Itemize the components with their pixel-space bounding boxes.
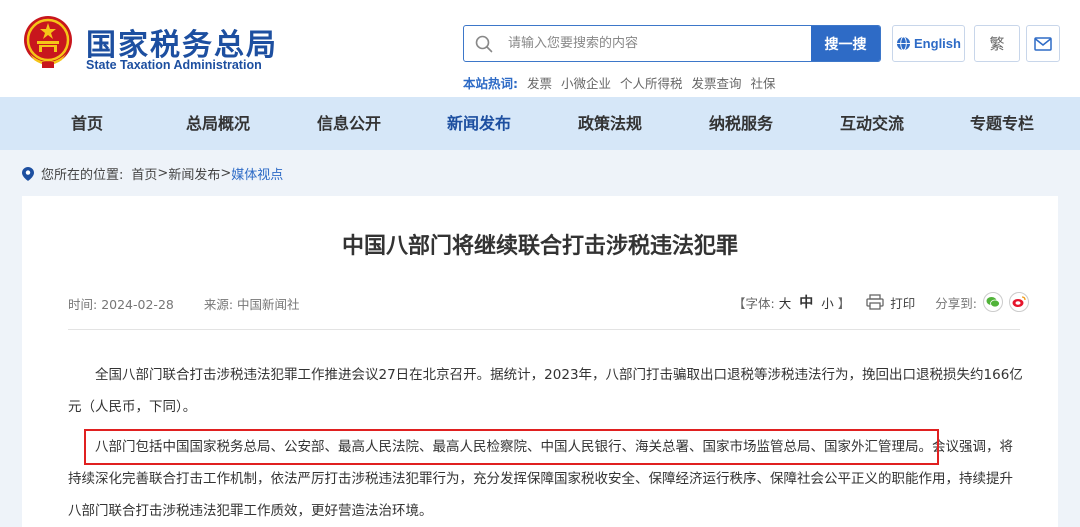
nav-item-special-topics[interactable]: 专题专栏 bbox=[970, 97, 1034, 150]
english-button[interactable]: English bbox=[892, 25, 965, 62]
weibo-share-button[interactable] bbox=[1009, 292, 1029, 312]
site-name-english[interactable]: State Taxation Administration bbox=[86, 58, 262, 72]
nav-item-news[interactable]: 新闻发布 bbox=[447, 97, 511, 150]
hotword-link[interactable]: 发票 bbox=[527, 76, 552, 91]
article-title: 中国八部门将继续联合打击涉税违法犯罪 bbox=[341, 234, 738, 259]
print-label: 打印 bbox=[890, 295, 916, 311]
mail-icon bbox=[1034, 36, 1052, 51]
source-label: 来源: bbox=[203, 297, 234, 312]
share-label: 分享到: bbox=[935, 295, 977, 311]
hotword-link[interactable]: 小微企业 bbox=[561, 76, 611, 91]
breadcrumb-prefix: 您所在的位置: bbox=[41, 168, 124, 183]
english-label: English bbox=[914, 36, 961, 51]
breadcrumb: 您所在的位置: 首页 > 新闻发布 > 媒体视点 bbox=[22, 164, 283, 183]
search-input[interactable] bbox=[508, 26, 808, 61]
breadcrumb-separator: > bbox=[157, 166, 169, 181]
breadcrumb-current[interactable]: 媒体视点 bbox=[231, 164, 283, 183]
hotwords-label: 本站热词: bbox=[463, 76, 518, 91]
font-size-medium[interactable]: 中 bbox=[799, 292, 813, 312]
globe-icon bbox=[896, 36, 911, 51]
print-button[interactable]: 打印 bbox=[866, 293, 915, 312]
article-meta: 时间: 2024-02-28 来源: 中国新闻社 bbox=[68, 294, 300, 313]
search-button[interactable]: 搜一搜 bbox=[811, 26, 880, 61]
font-size-small[interactable]: 小 bbox=[821, 293, 834, 312]
time-value: 2024-02-28 bbox=[101, 297, 174, 312]
wechat-share-button[interactable] bbox=[983, 292, 1003, 312]
location-pin-icon bbox=[22, 166, 34, 181]
weibo-icon bbox=[1012, 296, 1026, 307]
search-icon bbox=[475, 35, 493, 53]
hotwords-bar: 本站热词: 发票 小微企业 个人所得税 发票查询 社保 bbox=[463, 73, 776, 92]
nav-item-home[interactable]: 首页 bbox=[71, 97, 103, 150]
nav-item-overview[interactable]: 总局概况 bbox=[186, 97, 250, 150]
wechat-icon bbox=[986, 297, 1000, 308]
mail-button[interactable] bbox=[1026, 25, 1060, 62]
hotword-link[interactable]: 发票查询 bbox=[691, 76, 741, 91]
search-box: 搜一搜 bbox=[463, 25, 881, 62]
main-nav: 首页 总局概况 信息公开 新闻发布 政策法规 纳税服务 互动交流 专题专栏 bbox=[0, 97, 1080, 150]
nav-item-interaction[interactable]: 互动交流 bbox=[840, 97, 904, 150]
breadcrumb-link-home[interactable]: 首页 bbox=[131, 164, 157, 183]
font-size-close: 】 bbox=[837, 295, 851, 311]
hotword-link[interactable]: 个人所得税 bbox=[620, 76, 683, 91]
printer-icon bbox=[866, 294, 884, 310]
traditional-chinese-button[interactable]: 繁 bbox=[974, 25, 1020, 62]
source-value: 中国新闻社 bbox=[237, 297, 300, 312]
highlight-annotation-box bbox=[84, 429, 939, 465]
breadcrumb-link-news[interactable]: 新闻发布 bbox=[168, 164, 220, 183]
meta-divider bbox=[68, 329, 1020, 330]
article-paragraph: 全国八部门联合打击涉税违法犯罪工作推进会议27日在北京召开。据统计，2023年，… bbox=[68, 367, 1023, 415]
time-label: 时间: bbox=[68, 297, 98, 312]
nav-item-policy[interactable]: 政策法规 bbox=[578, 97, 642, 150]
breadcrumb-separator: > bbox=[220, 166, 232, 181]
article-tools: 【字体: 大 中 小 】 打印 分享到: bbox=[733, 288, 1029, 316]
font-size-large[interactable]: 大 bbox=[779, 293, 792, 312]
nav-item-tax-service[interactable]: 纳税服务 bbox=[709, 97, 773, 150]
font-size-label: 【字体: bbox=[733, 295, 775, 311]
nav-item-info-disclosure[interactable]: 信息公开 bbox=[317, 97, 381, 150]
hotword-link[interactable]: 社保 bbox=[750, 76, 775, 91]
national-emblem-icon[interactable] bbox=[22, 14, 74, 70]
site-header: 国家税务总局 State Taxation Administration 搜一搜… bbox=[0, 0, 1080, 97]
